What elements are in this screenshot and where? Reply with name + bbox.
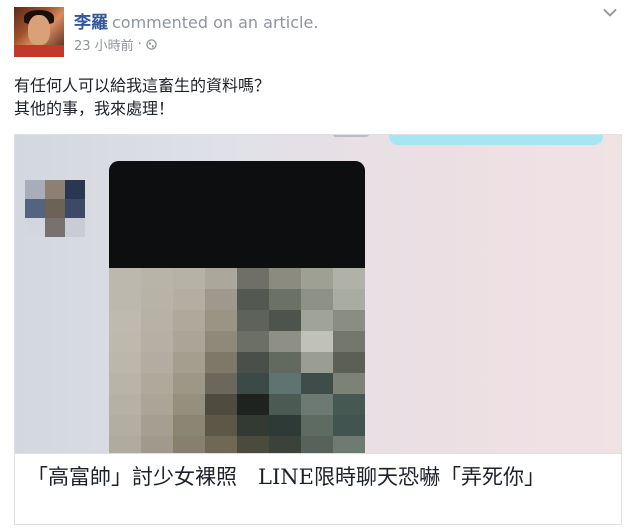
article-title[interactable]: 「高富帥」討少女裸照 LINE限時聊天恐嚇「弄死你」 bbox=[27, 463, 609, 491]
message-line-2: 其他的事，我來處理！ bbox=[14, 99, 175, 118]
post-message: 有任何人可以給我這畜生的資料嗎？ 其他的事，我來處理！ bbox=[14, 74, 270, 120]
phone-status-time bbox=[333, 135, 369, 137]
post-meta: 23 小時前 · bbox=[74, 35, 157, 54]
photo-dark-area bbox=[109, 161, 365, 281]
chat-bubble bbox=[389, 135, 603, 145]
facebook-post: 李羅 commented on an article. 23 小時前 · 有任何人… bbox=[0, 0, 631, 532]
blurred-profile-mosaic bbox=[25, 180, 85, 237]
link-attachment[interactable]: 「高富帥」討少女裸照 LINE限時聊天恐嚇「弄死你」 bbox=[14, 134, 622, 525]
post-timestamp[interactable]: 23 小時前 bbox=[74, 35, 134, 54]
blurred-photo bbox=[109, 161, 365, 453]
attachment-image[interactable] bbox=[15, 135, 621, 453]
pixelated-mosaic bbox=[109, 268, 365, 453]
author-name[interactable]: 李羅 bbox=[74, 13, 108, 33]
avatar-face bbox=[28, 15, 50, 45]
meta-separator: · bbox=[137, 37, 142, 52]
post-action-text: commented on an article. bbox=[112, 13, 319, 32]
avatar-shirt bbox=[14, 45, 64, 57]
avatar[interactable] bbox=[14, 7, 64, 57]
post-header: 李羅 commented on an article. bbox=[74, 8, 318, 33]
globe-icon[interactable] bbox=[146, 39, 157, 50]
chevron-down-icon[interactable] bbox=[603, 8, 617, 18]
message-line-1: 有任何人可以給我這畜生的資料嗎？ bbox=[14, 76, 271, 95]
attachment-caption[interactable]: 「高富帥」討少女裸照 LINE限時聊天恐嚇「弄死你」 bbox=[15, 453, 621, 524]
